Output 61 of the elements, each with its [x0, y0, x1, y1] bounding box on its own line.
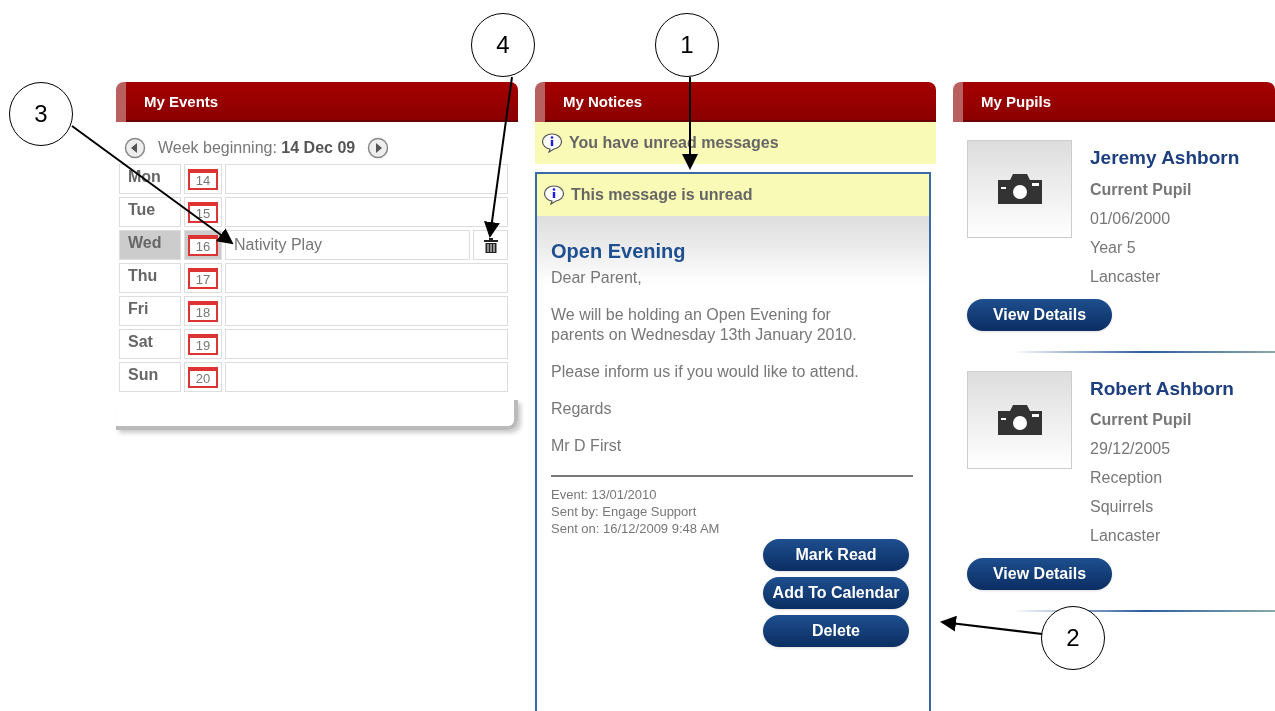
next-week-icon[interactable] [367, 137, 390, 159]
day-name: Wed [128, 234, 162, 251]
date-number: 17 [195, 272, 211, 286]
message-paragraph: Dear Parent, [551, 268, 643, 288]
message-paragraph: Mr D First [551, 436, 623, 456]
pupil-detail: Lancaster [1090, 266, 1162, 287]
info-icon [541, 133, 563, 153]
day-name: Tue [128, 201, 156, 218]
callout-marker: 4 [471, 13, 535, 77]
pupil-detail: Reception [1090, 468, 1164, 488]
week-label: Week beginning: 14 Dec 09 [158, 138, 356, 158]
camera-icon [995, 402, 1044, 437]
status-text: This message is unread [571, 185, 753, 205]
pupil-detail: Year 5 [1090, 237, 1137, 258]
previous-week-icon[interactable] [124, 137, 146, 159]
pupil-detail: Lancaster [1090, 526, 1162, 546]
event-cell[interactable] [225, 263, 508, 293]
panel-title: My Events [144, 91, 219, 112]
pupil-detail: Current Pupil [1090, 179, 1193, 200]
pupil-detail: 29/12/2005 [1090, 439, 1172, 459]
action-button[interactable]: Add To Calendar [763, 577, 909, 609]
action-button[interactable]: Delete [763, 615, 909, 647]
pupil-detail: Current Pupil [1090, 410, 1193, 430]
info-icon [543, 185, 565, 205]
message-paragraph: Regards [551, 399, 613, 419]
message-meta: Event: 13/01/2010 [551, 486, 658, 503]
message-meta: Sent on: 16/12/2009 9:48 AM [551, 520, 721, 537]
date-number: 18 [195, 305, 211, 319]
message-subject: Open Evening [551, 239, 687, 264]
message-meta: Sent by: Engage Support [551, 503, 698, 520]
day-name: Thu [128, 267, 158, 284]
message-paragraph: We will be holding an Open Evening for parents on Wednesday 13th January 2010. [551, 305, 858, 345]
event-cell[interactable] [225, 197, 508, 227]
day-name: Sat [128, 333, 153, 350]
date-number: 15 [195, 206, 211, 220]
day-name: Fri [128, 300, 149, 317]
event-cell[interactable]: Nativity Play [225, 230, 470, 260]
date-number: 14 [195, 173, 211, 187]
camera-icon [995, 172, 1044, 206]
callout-marker: 3 [9, 82, 73, 146]
callout-marker: 2 [1041, 606, 1105, 670]
message-paragraph: Please inform us if you would like to attend. [551, 362, 860, 382]
callout-marker: 1 [655, 13, 719, 77]
pupil-detail: Squirrels [1090, 497, 1155, 517]
day-name: Sun [128, 366, 159, 383]
panel-title: My Pupils [981, 91, 1051, 112]
event-cell[interactable] [225, 296, 508, 326]
pupil-name[interactable]: Robert Ashborn [1090, 374, 1234, 403]
event-cell[interactable] [225, 362, 508, 392]
trash-icon[interactable] [483, 237, 498, 253]
panel-title: My Notices [563, 91, 643, 112]
event-cell[interactable] [225, 329, 508, 359]
event-cell[interactable] [225, 164, 508, 194]
date-number: 16 [195, 239, 211, 253]
action-button[interactable]: Mark Read [763, 539, 909, 571]
date-number: 19 [195, 338, 211, 352]
pupil-name[interactable]: Jeremy Ashborn [1090, 144, 1240, 173]
action-button[interactable]: View Details [967, 558, 1112, 590]
action-button[interactable]: View Details [967, 298, 1112, 331]
pupil-detail: 01/06/2000 [1090, 208, 1172, 229]
date-number: 20 [195, 371, 211, 385]
